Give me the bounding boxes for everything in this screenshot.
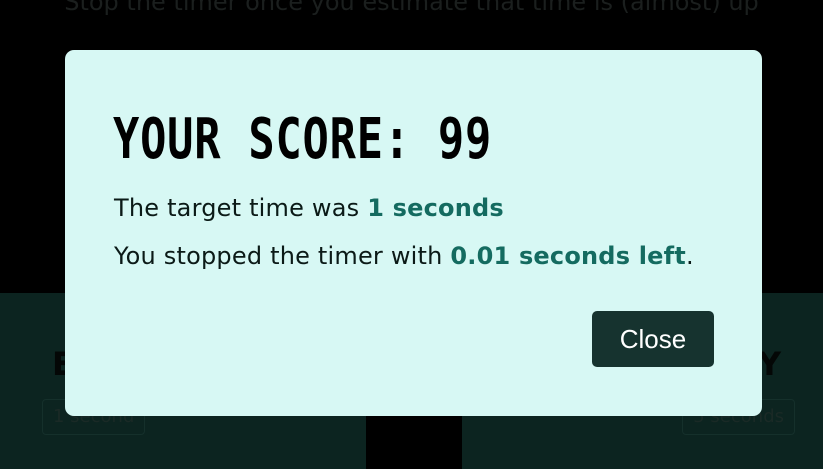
target-time-label: The target time was — [114, 194, 368, 222]
stopped-time-text: You stopped the timer with 0.01 seconds … — [114, 242, 694, 270]
time-left-value: 0.01 seconds left — [450, 242, 686, 270]
result-modal: YOUR SCORE: 99 The target time was 1 sec… — [65, 50, 762, 416]
instructions-text: Stop the timer once you estimate that ti… — [64, 0, 759, 16]
timer-game-screen: Stop the timer once you estimate that ti… — [0, 0, 823, 469]
stopped-time-label: You stopped the timer with — [114, 242, 451, 270]
target-time-value: 1 seconds — [367, 194, 504, 222]
score-title: YOUR SCORE: 99 — [113, 107, 493, 172]
target-time-text: The target time was 1 seconds — [114, 194, 504, 222]
close-button[interactable]: Close — [592, 311, 714, 367]
sentence-period: . — [685, 242, 694, 270]
